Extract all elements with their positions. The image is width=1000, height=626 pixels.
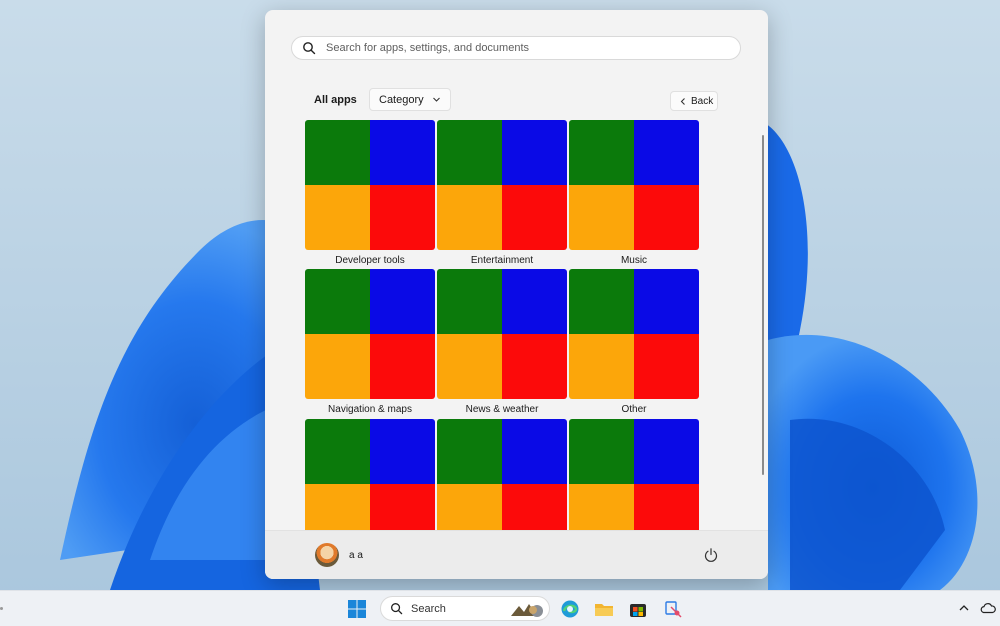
category-tile[interactable] (437, 419, 567, 530)
category-tile-entertainment[interactable]: Entertainment (437, 120, 567, 267)
category-tile-label: Entertainment (470, 255, 534, 266)
category-tile-image (305, 419, 435, 530)
scrollbar[interactable] (762, 135, 764, 475)
category-tile-image (569, 269, 699, 399)
category-tile-label: Other (621, 404, 647, 415)
microsoft-store-icon[interactable] (628, 599, 648, 619)
tile-quadrant (502, 120, 567, 185)
tile-quadrant (305, 334, 370, 399)
tile-quadrant (502, 419, 567, 484)
search-icon (391, 603, 403, 615)
tile-quadrant (634, 419, 699, 484)
category-tile-label: News & weather (465, 404, 539, 415)
category-tile-image (569, 120, 699, 250)
tile-quadrant (305, 120, 370, 185)
edge-browser-icon[interactable] (560, 599, 580, 619)
category-dropdown[interactable]: Category (369, 88, 451, 111)
snipping-tool-icon[interactable] (664, 599, 684, 619)
tile-quadrant (305, 484, 370, 530)
user-name[interactable]: a a (349, 550, 363, 561)
all-apps-heading: All apps (314, 94, 357, 106)
category-tile-developer-tools[interactable]: Developer tools (305, 120, 435, 267)
back-button[interactable]: Back (670, 91, 718, 111)
tile-quadrant (437, 269, 502, 334)
start-menu: All apps Category Back Developer tools (265, 10, 768, 579)
tile-quadrant (305, 185, 370, 250)
tile-quadrant (370, 185, 435, 250)
category-tile-image (437, 419, 567, 530)
tile-quadrant (569, 419, 634, 484)
category-tile-other[interactable]: Other (569, 269, 699, 416)
category-tile[interactable] (569, 419, 699, 530)
power-icon[interactable] (703, 547, 719, 563)
tile-quadrant (370, 120, 435, 185)
start-menu-footer: a a (265, 530, 768, 579)
tile-quadrant (569, 484, 634, 530)
category-tile-image (305, 269, 435, 399)
tile-quadrant (370, 484, 435, 530)
tile-quadrant (502, 334, 567, 399)
category-tile-image (437, 269, 567, 399)
category-tile-label: Developer tools (335, 255, 405, 266)
category-tile-navigation-maps[interactable]: Navigation & maps (305, 269, 435, 416)
category-tile-label: Music (620, 255, 648, 266)
tile-quadrant (437, 185, 502, 250)
tile-quadrant (634, 484, 699, 530)
tile-quadrant (437, 334, 502, 399)
tile-quadrant (634, 269, 699, 334)
category-tile-music[interactable]: Music (569, 120, 699, 267)
taskbar-search-label: Search (411, 602, 446, 615)
category-tile-label: Navigation & maps (328, 404, 412, 415)
taskbar-search[interactable]: Search (380, 596, 550, 621)
taskbar: Search (0, 590, 1000, 626)
tile-quadrant (634, 185, 699, 250)
tile-quadrant (634, 120, 699, 185)
tile-quadrant (305, 269, 370, 334)
search-input[interactable] (324, 41, 728, 55)
tile-quadrant (370, 269, 435, 334)
tile-quadrant (569, 120, 634, 185)
tile-quadrant (437, 419, 502, 484)
tile-quadrant (437, 484, 502, 530)
tile-quadrant (634, 334, 699, 399)
back-button-label: Back (691, 95, 714, 107)
category-tile-image (437, 120, 567, 250)
search-icon (303, 42, 316, 55)
category-tile-image (305, 120, 435, 250)
category-grid: Developer tools Entertainment Music Navi… (305, 120, 701, 530)
tile-quadrant (502, 484, 567, 530)
chevron-down-icon (433, 97, 440, 102)
tile-quadrant (569, 334, 634, 399)
search-highlight-icon (511, 604, 543, 617)
tile-quadrant (569, 269, 634, 334)
avatar[interactable] (315, 543, 339, 567)
chevron-up-icon[interactable] (958, 603, 970, 613)
tile-quadrant (502, 185, 567, 250)
tile-quadrant (569, 185, 634, 250)
chevron-left-icon (680, 98, 685, 105)
search-box[interactable] (291, 36, 741, 60)
file-explorer-icon[interactable] (594, 599, 614, 619)
category-tile[interactable] (305, 419, 435, 530)
tile-quadrant (305, 419, 370, 484)
tile-quadrant (502, 269, 567, 334)
windows-start-icon[interactable] (347, 599, 367, 619)
tile-quadrant (437, 120, 502, 185)
onedrive-cloud-icon[interactable] (980, 602, 996, 614)
category-tile-news-weather[interactable]: News & weather (437, 269, 567, 416)
taskbar-edge-marker (0, 607, 3, 610)
tile-quadrant (370, 419, 435, 484)
category-tile-image (569, 419, 699, 530)
tile-quadrant (370, 334, 435, 399)
category-dropdown-label: Category (379, 93, 424, 106)
